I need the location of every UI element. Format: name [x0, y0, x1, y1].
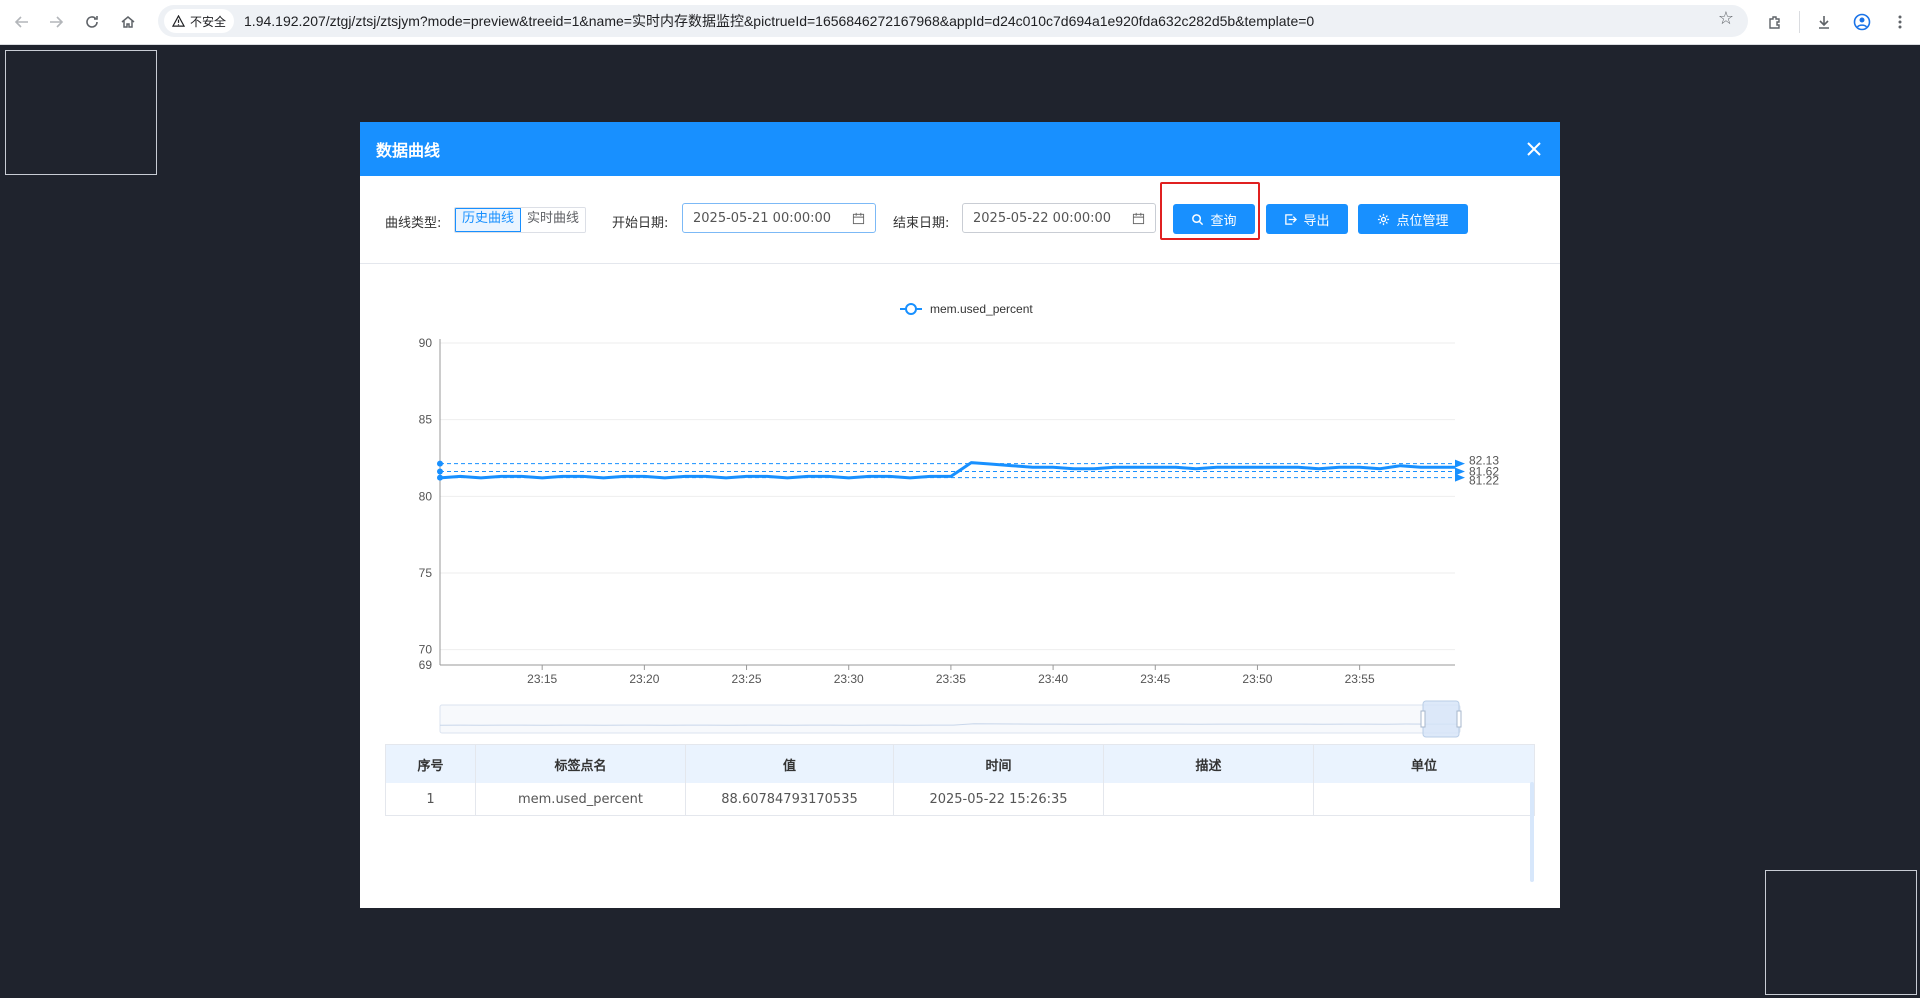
header-index: 序号 — [386, 745, 476, 783]
legend-label: mem.used_percent — [930, 302, 1033, 316]
y-tick-label: 80 — [419, 489, 433, 503]
query-toolbar: 曲线类型: 历史曲线 实时曲线 开始日期: 2025-05-21 00:00:0… — [360, 176, 1560, 264]
close-icon[interactable] — [1522, 137, 1546, 161]
top-left-frame — [5, 50, 157, 175]
header-time: 时间 — [894, 745, 1104, 783]
curve-type-realtime[interactable]: 实时曲线 — [521, 208, 586, 232]
y-tick-label: 70 — [419, 643, 433, 657]
x-tick-label: 23:55 — [1345, 672, 1375, 686]
x-tick-label: 23:50 — [1242, 672, 1272, 686]
end-date-label: 结束日期: — [893, 216, 950, 231]
markline-label: 81.22 — [1469, 474, 1499, 488]
data-zoom-handle — [1422, 700, 1460, 738]
back-icon[interactable] — [8, 8, 36, 36]
curve-type-label: 曲线类型: — [385, 216, 442, 231]
data-zoom-track — [439, 704, 1461, 734]
data-zoom-grip-right — [1456, 710, 1462, 728]
extensions-icon[interactable] — [1761, 8, 1789, 36]
x-tick-label: 23:25 — [732, 672, 762, 686]
header-tag-name: 标签点名 — [476, 745, 686, 783]
bookmark-star-icon[interactable]: ☆ — [1718, 8, 1734, 29]
cell-index: 1 — [386, 783, 476, 815]
curve-type-toggle: 历史曲线 实时曲线 — [454, 207, 587, 233]
export-icon — [1285, 213, 1298, 225]
cell-value: 88.60784793170535 — [686, 783, 894, 815]
y-tick-label: 85 — [419, 413, 433, 427]
point-management-label: 点位管理 — [1396, 213, 1449, 229]
search-icon — [1192, 213, 1204, 225]
forward-icon[interactable] — [42, 8, 70, 36]
table-header-row: 序号 标签点名 值 时间 描述 单位 — [386, 745, 1534, 783]
address-bar[interactable]: 不安全 1.94.192.207/ztgj/ztsj/ztsjym?mode=p… — [158, 5, 1748, 37]
end-date-input[interactable]: 2025-05-22 00:00:00 — [962, 203, 1156, 233]
cell-description — [1104, 783, 1314, 815]
bottom-right-frame — [1765, 870, 1917, 995]
table-scrollbar[interactable] — [1530, 782, 1534, 882]
table-row[interactable]: 1 mem.used_percent 88.60784793170535 202… — [386, 783, 1534, 816]
end-date-value: 2025-05-22 00:00:00 — [973, 210, 1112, 226]
divider — [1799, 11, 1800, 33]
url-text[interactable]: 1.94.192.207/ztgj/ztsj/ztsjym?mode=previ… — [244, 11, 1314, 31]
y-tick-label: 69 — [419, 658, 433, 672]
dialog-title: 数据曲线 — [376, 141, 441, 160]
data-zoom-grip-left — [1420, 710, 1426, 728]
security-label: 不安全 — [190, 14, 227, 29]
legend-marker — [905, 303, 917, 315]
dialog-header: 数据曲线 — [360, 122, 1560, 176]
start-date-input[interactable]: 2025-05-21 00:00:00 — [682, 203, 876, 233]
header-unit: 单位 — [1410, 758, 1437, 774]
calendar-icon — [852, 212, 865, 224]
x-tick-label: 23:40 — [1038, 672, 1068, 686]
warning-icon — [172, 14, 185, 27]
cell-tag-name: mem.used_percent — [476, 783, 686, 815]
x-tick-label: 23:30 — [834, 672, 864, 686]
export-button-label: 导出 — [1303, 213, 1330, 229]
query-button[interactable]: 查询 — [1173, 204, 1255, 234]
data-table: 序号 标签点名 值 时间 描述 单位 1 mem.used_percent 88… — [385, 744, 1535, 816]
data-curve-dialog: 数据曲线 曲线类型: 历史曲线 实时曲线 开始日期: 2025-05-21 00… — [360, 122, 1560, 908]
calendar-icon — [1132, 212, 1145, 224]
profile-icon[interactable] — [1848, 8, 1876, 36]
markline-arrow — [1455, 473, 1465, 482]
x-tick-label: 23:15 — [527, 672, 557, 686]
security-chip[interactable]: 不安全 — [164, 9, 235, 33]
markline-arrow — [1455, 459, 1465, 468]
start-date-value: 2025-05-21 00:00:00 — [693, 210, 832, 226]
y-tick-label: 75 — [419, 566, 433, 580]
x-tick-label: 23:35 — [936, 672, 966, 686]
y-tick-label: 90 — [419, 336, 433, 350]
query-button-label: 查询 — [1210, 213, 1237, 229]
browser-toolbar: 不安全 1.94.192.207/ztgj/ztsj/ztsjym?mode=p… — [0, 0, 1920, 45]
point-management-button[interactable]: 点位管理 — [1358, 204, 1468, 234]
gear-icon — [1378, 213, 1390, 225]
header-description: 描述 — [1104, 745, 1314, 783]
curve-type-history[interactable]: 历史曲线 — [455, 208, 522, 232]
x-tick-label: 23:45 — [1140, 672, 1170, 686]
x-tick-label: 23:20 — [629, 672, 659, 686]
export-button[interactable]: 导出 — [1266, 204, 1348, 234]
menu-icon[interactable] — [1886, 8, 1914, 36]
cell-unit — [1314, 783, 1534, 815]
header-value: 值 — [686, 745, 894, 783]
reload-icon[interactable] — [78, 8, 106, 36]
home-icon[interactable] — [114, 8, 142, 36]
cell-time: 2025-05-22 15:26:35 — [894, 783, 1104, 815]
download-icon[interactable] — [1810, 8, 1838, 36]
series-line-mem-used-percent — [439, 461, 1455, 480]
start-date-label: 开始日期: — [612, 216, 669, 231]
markline-start-dot — [437, 468, 443, 475]
markline-start-dot — [437, 460, 443, 467]
